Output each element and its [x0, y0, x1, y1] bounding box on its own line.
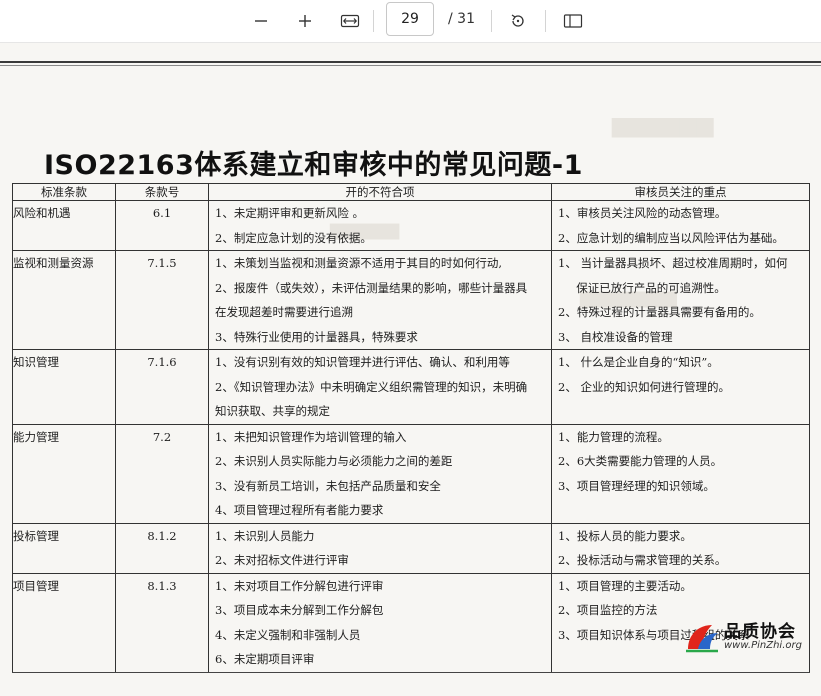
page-number-input[interactable] — [386, 2, 434, 36]
page-view-button[interactable] — [558, 6, 588, 36]
clause-cell: 8.1.3 — [115, 572, 209, 673]
table-header-row: 标准条款 条款号 开的不符合项 审核员关注的重点 — [12, 183, 810, 201]
focus-line: 1、 当计量器具损坏、超过校准周期时，如何 — [558, 256, 788, 270]
focus-line: 2、投标活动与需求管理的关系。 — [558, 553, 727, 567]
document-title: ISO22163体系建立和审核中的常见问题-1 — [44, 150, 583, 181]
focus-cell: 1、 当计量器具损坏、超过校准周期时，如何 保证已放行产品的可追溯性。 2、特殊… — [551, 250, 810, 350]
nonconformity-line: 1、未策划当监视和测量资源不适用于其目的时如何行动, — [215, 256, 502, 270]
zoom-out-button[interactable] — [246, 6, 276, 36]
pinzhi-logo-icon — [686, 625, 718, 653]
page-total: / 31 — [448, 11, 475, 27]
focus-line: 3、项目管理经理的知识领域。 — [558, 478, 715, 493]
clause-cell: 7.1.6 — [115, 349, 209, 424]
viewer-toolbar: / 31 — [0, 0, 821, 43]
audit-issues-table: 标准条款 条款号 开的不符合项 审核员关注的重点 风险和机遇 6.1 1、未定期… — [12, 183, 810, 673]
nonconformity-line: 3、没有新员工培训，未包括产品质量和安全 — [215, 478, 441, 493]
standard-cell: 能力管理 — [12, 423, 116, 523]
scan-shadow: ▆▆▆▆▆▆ — [612, 113, 714, 138]
standard-cell: 风险和机遇 — [12, 200, 116, 251]
clause-cell: 8.1.2 — [115, 522, 209, 573]
fit-width-button[interactable] — [335, 6, 365, 36]
nonconformity-cell: 1、未识别人员能力 2、未对招标文件进行评审 — [208, 522, 552, 573]
focus-line: 1、 什么是企业自身的“知识”。 — [558, 355, 719, 369]
fit-width-icon — [340, 14, 360, 28]
toolbar-divider — [545, 10, 546, 32]
nonconformity-cell: 1、未策划当监视和测量资源不适用于其目的时如何行动, 2、报废件（或失效），未评… — [208, 250, 552, 350]
table-row: 能力管理 7.2 1、未把知识管理作为培训管理的输入 2、未识别人员实际能力与必… — [12, 423, 810, 523]
standard-cell: 知识管理 — [12, 349, 116, 424]
nonconformity-line: 3、项目成本未分解到工作分解包 — [215, 603, 384, 617]
focus-line: 1、能力管理的流程。 — [558, 429, 669, 444]
plus-icon — [299, 15, 311, 27]
nonconformity-line: 知识获取、共享的规定 — [215, 404, 330, 418]
header-rule — [0, 65, 821, 66]
page-view-icon — [563, 14, 583, 28]
nonconformity-line: 1、未把知识管理作为培训管理的输入 — [215, 429, 407, 444]
nonconformity-line: 1、未对项目工作分解包进行评审 — [215, 578, 384, 593]
nonconformity-line: 2、未识别人员实际能力与必须能力之间的差距 — [215, 454, 453, 468]
header-rule — [0, 61, 821, 63]
focus-cell: 1、投标人员的能力要求。 2、投标活动与需求管理的关系。 — [551, 522, 810, 573]
zoom-in-button[interactable] — [290, 6, 320, 36]
nonconformity-line: 1、没有识别有效的知识管理并进行评估、确认、和利用等 — [215, 355, 510, 369]
table-row: 风险和机遇 6.1 1、未定期评审和更新风险 。 2、制定应急计划的没有依据。 … — [12, 200, 810, 251]
nonconformity-line: 4、未定义强制和非强制人员 — [215, 627, 361, 642]
table-row: 监视和测量资源 7.1.5 1、未策划当监视和测量资源不适用于其目的时如何行动,… — [12, 250, 810, 350]
nonconformity-line: 在发现超差时需要进行追溯 — [215, 305, 353, 319]
focus-line: 保证已放行产品的可追溯性。 — [558, 280, 726, 295]
watermark-name: 品质协会 — [724, 622, 796, 642]
nonconformity-line: 2、《知识管理办法》中未明确定义组织需管理的知识，未明确 — [215, 379, 528, 394]
clause-cell: 7.2 — [115, 423, 209, 523]
watermark-url: www.PinZhi.org — [724, 640, 802, 651]
focus-line: 1、投标人员的能力要求。 — [558, 528, 692, 543]
document-page: ▆▆▆▆▆▆ ▆▆▆▆▆ ▆▆▆▆▆▆▆ ISO22163体系建立和审核中的常见… — [0, 43, 821, 696]
site-watermark: 品质协会 www.PinZhi.org — [684, 617, 821, 659]
focus-line: 2、6大类需要能力管理的人员。 — [558, 454, 723, 468]
nonconformity-line: 2、未对招标文件进行评审 — [215, 553, 349, 567]
focus-line: 2、特殊过程的计量器具需要有备用的。 — [558, 305, 761, 319]
table-row: 投标管理 8.1.2 1、未识别人员能力 2、未对招标文件进行评审 1、投标人员… — [12, 522, 810, 573]
focus-line: 3、 自校准设备的管理 — [558, 329, 673, 344]
clause-cell: 7.1.5 — [115, 250, 209, 350]
focus-cell: 1、能力管理的流程。 2、6大类需要能力管理的人员。 3、项目管理经理的知识领域… — [551, 423, 810, 523]
nonconformity-line: 1、未识别人员能力 — [215, 528, 315, 543]
toolbar-divider — [491, 10, 492, 32]
nonconformity-line: 2、制定应急计划的没有依据。 — [215, 230, 372, 245]
rotate-button[interactable] — [503, 6, 533, 36]
header-auditor-focus: 审核员关注的重点 — [551, 183, 810, 201]
focus-line: 1、审核员关注风险的动态管理。 — [558, 206, 727, 220]
minus-icon — [255, 20, 267, 22]
nonconformity-line: 3、特殊行业使用的计量器具，特殊要求 — [215, 329, 418, 344]
nonconformity-line: 6、未定期项目评审 — [215, 652, 315, 666]
focus-cell: 1、 什么是企业自身的“知识”。 2、 企业的知识如何进行管理的。 — [551, 349, 810, 424]
nonconformity-cell: 1、没有识别有效的知识管理并进行评估、确认、和利用等 2、《知识管理办法》中未明… — [208, 349, 552, 424]
toolbar-divider — [373, 10, 374, 32]
clause-cell: 6.1 — [115, 200, 209, 251]
header-nonconformities: 开的不符合项 — [208, 183, 552, 201]
rotate-icon — [511, 14, 524, 27]
focus-line: 2、 企业的知识如何进行管理的。 — [558, 379, 730, 394]
nonconformity-line: 4、项目管理过程所有者能力要求 — [215, 503, 384, 517]
nonconformity-cell: 1、未定期评审和更新风险 。 2、制定应急计划的没有依据。 — [208, 200, 552, 251]
nonconformity-line: 2、报废件（或失效），未评估测量结果的影响，哪些计量器具 — [215, 280, 528, 295]
header-clause: 条款号 — [115, 183, 209, 201]
standard-cell: 项目管理 — [12, 572, 116, 673]
standard-cell: 投标管理 — [12, 522, 116, 573]
header-standard: 标准条款 — [12, 183, 116, 201]
focus-line: 2、应急计划的编制应当以风险评估为基础。 — [558, 230, 784, 245]
focus-line: 1、项目管理的主要活动。 — [558, 578, 692, 593]
nonconformity-line: 1、未定期评审和更新风险 。 — [215, 206, 364, 220]
nonconformity-cell: 1、未把知识管理作为培训管理的输入 2、未识别人员实际能力与必须能力之间的差距 … — [208, 423, 552, 523]
nonconformity-cell: 1、未对项目工作分解包进行评审 3、项目成本未分解到工作分解包 4、未定义强制和… — [208, 572, 552, 673]
focus-cell: 1、审核员关注风险的动态管理。 2、应急计划的编制应当以风险评估为基础。 — [551, 200, 810, 251]
standard-cell: 监视和测量资源 — [12, 250, 116, 350]
table-row: 知识管理 7.1.6 1、没有识别有效的知识管理并进行评估、确认、和利用等 2、… — [12, 349, 810, 424]
